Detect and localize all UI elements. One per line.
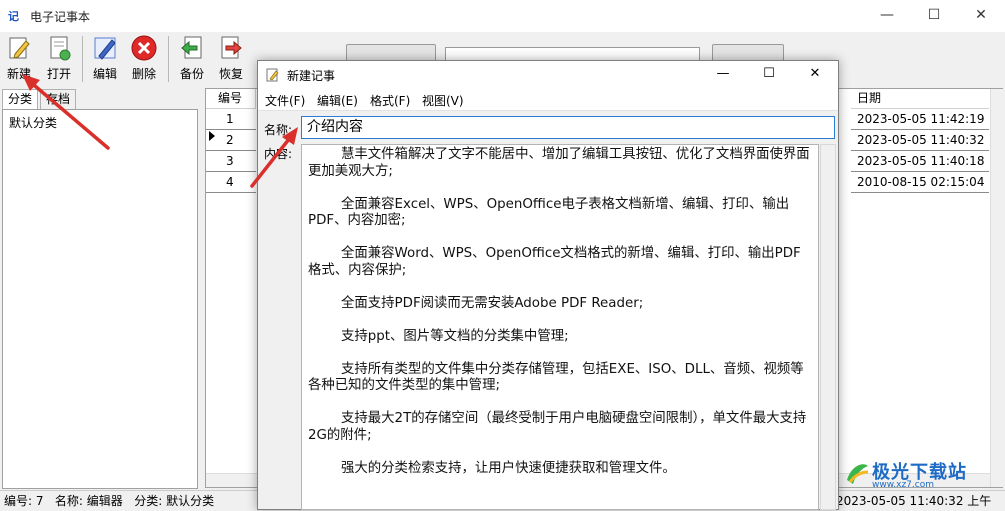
toolbar-divider [82, 36, 83, 82]
dialog-maximize-button[interactable]: ☐ [746, 61, 792, 89]
new-note-icon [9, 37, 30, 59]
toolbar-divider [168, 36, 169, 82]
app-icon: 记 [8, 10, 19, 23]
maximize-button[interactable]: ☐ [911, 0, 957, 32]
status-timestamp: 2023-05-05 11:40:32 上午 [836, 494, 992, 508]
watermark-logo-icon [847, 464, 869, 484]
menu-file[interactable]: 文件(F) [265, 92, 305, 109]
name-field[interactable]: 介绍内容 [301, 116, 835, 139]
content-textarea[interactable]: 慧丰文件箱解决了文字不能居中、增加了编辑工具按钮、优化了文档界面使界面更加美观大… [301, 144, 819, 510]
row-number[interactable]: 3 [206, 151, 256, 172]
new-button[interactable]: 新建 [0, 34, 38, 86]
content-scrollbar[interactable] [820, 144, 836, 510]
tab-archive[interactable]: 存档 [40, 89, 77, 109]
menu-view[interactable]: 视图(V) [422, 92, 464, 109]
tab-category[interactable]: 分类 [2, 89, 39, 109]
open-doc-icon [50, 36, 71, 61]
row-date[interactable]: 2023-05-05 11:40:18 [851, 151, 989, 172]
content-paragraph: 支持ppt、图片等文档的分类集中管理; [341, 328, 569, 344]
close-button[interactable]: ✕ [958, 0, 1004, 32]
list-vertical-scrollbar[interactable] [990, 89, 1003, 487]
restore-icon [221, 36, 242, 59]
content-paragraph: 支持所有类型的文件集中分类存储管理，包括EXE、ISO、DLL、音频、视频等各种… [308, 361, 804, 394]
content-label: 内容: [264, 147, 293, 161]
title-bar: 记 电子记事本 — ☐ ✕ [0, 0, 1005, 32]
restore-label: 恢复 [218, 67, 243, 81]
menu-edit[interactable]: 编辑(E) [317, 92, 358, 109]
dialog-close-button[interactable]: ✕ [792, 61, 838, 89]
content-paragraph: 慧丰文件箱解决了文字不能居中、增加了编辑工具按钮、优化了文档界面使界面更加美观大… [308, 147, 810, 179]
row-date[interactable]: 2010-08-15 02:15:04 [851, 172, 989, 193]
column-header-number[interactable]: 编号 [206, 89, 256, 109]
window-title: 电子记事本 [30, 10, 91, 24]
content-paragraph: 全面兼容Excel、WPS、OpenOffice电子表格文档新增、编辑、打印、输… [308, 196, 790, 229]
content-paragraph: 强大的分类检索支持，让用户快速便捷获取和管理文件。 [341, 460, 676, 476]
status-info: 编号: 7 名称: 编辑器 分类: 默认分类 [4, 494, 215, 508]
content-paragraph: 支持最大2T的存储空间（最终受制于用户电脑硬盘空间限制），单文件最大支持2G的附… [308, 411, 807, 443]
menu-format[interactable]: 格式(F) [370, 92, 410, 109]
watermark: 极光下载站 www.xz7.com [838, 454, 1003, 494]
dialog-minimize-button[interactable]: — [700, 61, 746, 89]
current-row-indicator-icon [209, 131, 215, 141]
left-tabs: 分类 存档 [2, 89, 202, 109]
column-header-date[interactable]: 日期 [851, 89, 989, 109]
edit-button[interactable]: 编辑 [86, 34, 124, 86]
name-label: 名称: [264, 123, 293, 137]
minimize-button[interactable]: — [864, 0, 910, 32]
content-paragraph: 全面兼容Word、WPS、OpenOffice文档格式的新增、编辑、打印、输出P… [308, 246, 801, 278]
open-label: 打开 [46, 67, 71, 81]
dialog-title-bar: 新建记事 — ☐ ✕ [258, 61, 838, 89]
dialog-title: 新建记事 [287, 69, 336, 83]
content-paragraph: 全面支持PDF阅读而无需安装Adobe PDF Reader; [341, 295, 644, 311]
dialog-menu-bar: 文件(F) 编辑(E) 格式(F) 视图(V) [258, 89, 838, 111]
delete-icon [131, 35, 157, 61]
backup-icon [181, 36, 202, 59]
new-note-dialog: 新建记事 — ☐ ✕ 文件(F) 编辑(E) 格式(F) 视图(V) 名称: 介… [257, 60, 839, 510]
pencil-icon [94, 37, 116, 60]
open-button[interactable]: 打开 [40, 34, 78, 86]
edit-label: 编辑 [92, 67, 117, 81]
row-number[interactable]: 4 [206, 172, 256, 193]
category-item-default[interactable]: 默认分类 [9, 114, 57, 131]
new-label: 新建 [6, 67, 31, 81]
row-date[interactable]: 2023-05-05 11:40:32 [851, 130, 989, 151]
row-number[interactable]: 1 [206, 109, 256, 130]
category-tree[interactable]: 默认分类 [2, 109, 198, 489]
backup-button[interactable]: 备份 [173, 34, 211, 86]
delete-button[interactable]: 删除 [125, 34, 163, 86]
backup-label: 备份 [179, 67, 204, 81]
watermark-url: www.xz7.com [872, 480, 934, 490]
row-date[interactable]: 2023-05-05 11:42:19 [851, 109, 989, 130]
note-icon [266, 68, 279, 82]
restore-button[interactable]: 恢复 [212, 34, 250, 86]
delete-label: 删除 [131, 67, 156, 81]
